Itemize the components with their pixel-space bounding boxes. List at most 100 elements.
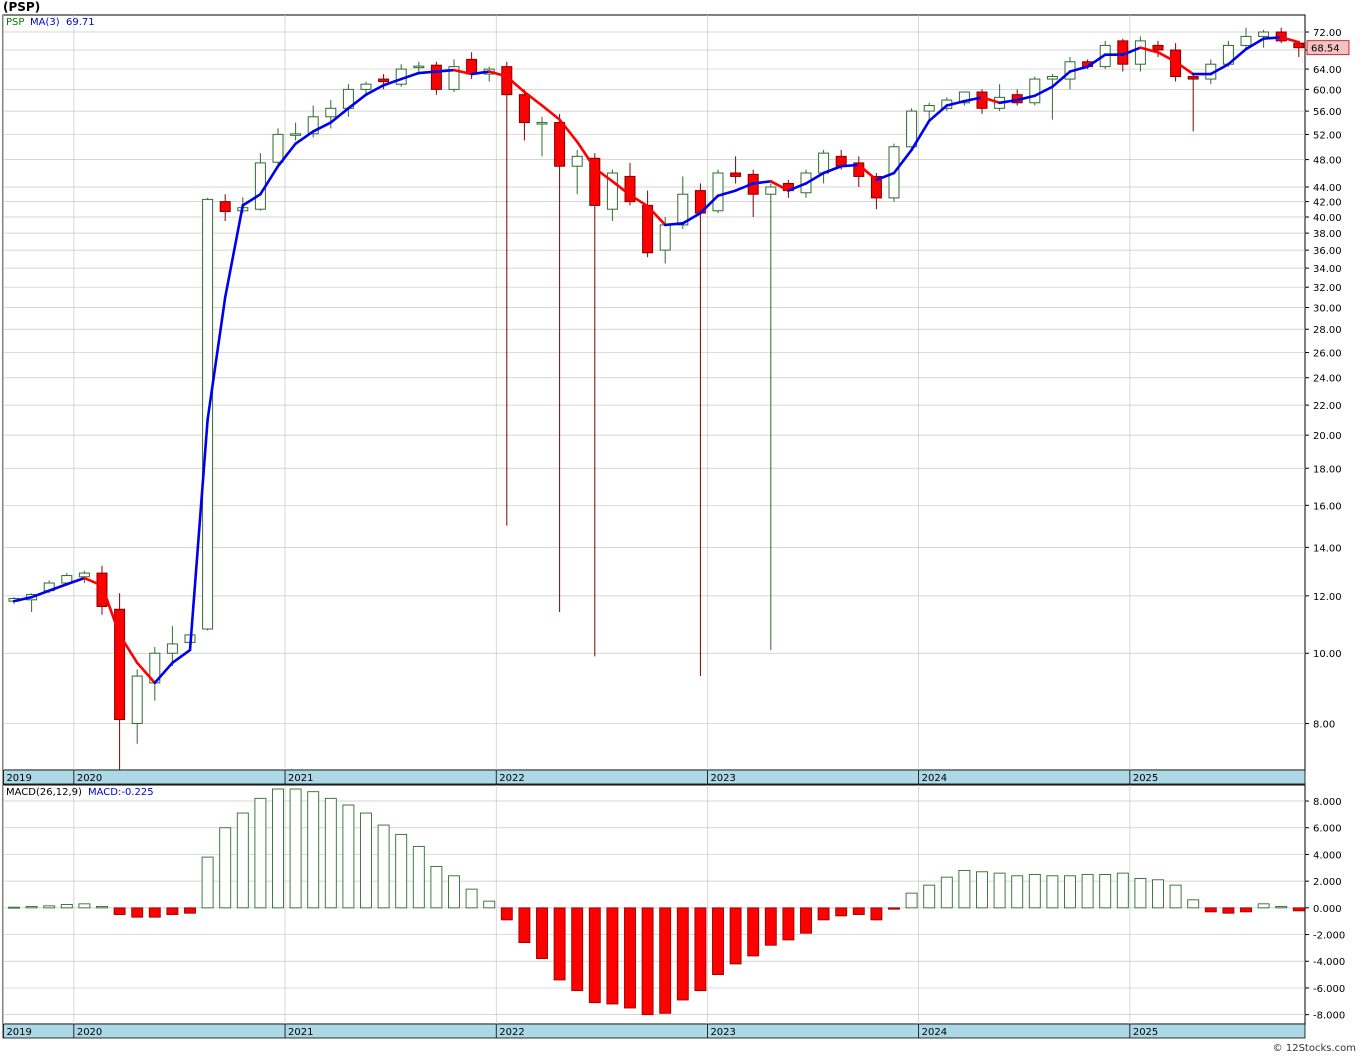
macd-bar bbox=[1081, 874, 1094, 909]
price-y-tick-label: 56.00 bbox=[1313, 107, 1342, 118]
candle-body bbox=[78, 572, 90, 578]
candle bbox=[1029, 76, 1041, 106]
price-x-axis-band bbox=[2, 769, 1306, 785]
price-y-tick-label: 32.00 bbox=[1313, 283, 1342, 294]
price-x-tick-label: 2024 bbox=[922, 773, 947, 784]
macd-bar bbox=[800, 907, 812, 934]
macd-bar bbox=[870, 907, 883, 921]
macd-legend-params: MACD(26,12,9) bbox=[6, 787, 82, 798]
candle-body bbox=[659, 224, 671, 251]
macd-bar bbox=[1222, 907, 1235, 914]
price-x-tick-label: 2025 bbox=[1133, 773, 1158, 784]
candle-body bbox=[906, 110, 918, 148]
candle-body bbox=[818, 152, 830, 174]
macd-bar bbox=[1011, 875, 1024, 909]
macd-bar bbox=[43, 905, 56, 909]
price-x-tick-label: 2021 bbox=[288, 773, 313, 784]
macd-bar bbox=[1152, 879, 1164, 909]
macd-bar bbox=[1292, 907, 1305, 912]
candle-body bbox=[219, 201, 231, 213]
macd-bar bbox=[96, 906, 108, 909]
price-y-tick-label: 26.00 bbox=[1313, 349, 1342, 360]
macd-bar bbox=[1116, 872, 1129, 909]
macd-y-tick-label: -8.000 bbox=[1313, 1011, 1345, 1022]
price-y-tick-label: 18.00 bbox=[1313, 464, 1342, 475]
macd-bar bbox=[852, 907, 865, 915]
macd-bar bbox=[448, 875, 460, 909]
credit-text: © 12Stocks.com bbox=[1272, 1043, 1356, 1054]
macd-bar bbox=[940, 876, 953, 909]
candle-body bbox=[325, 107, 337, 118]
price-y-tick-label: 60.00 bbox=[1313, 85, 1342, 96]
macd-y-tick-label: 4.000 bbox=[1313, 850, 1342, 861]
price-y-tick-label: 14.00 bbox=[1313, 543, 1342, 554]
price-y-tick-label: 10.00 bbox=[1313, 649, 1342, 660]
macd-bar bbox=[78, 903, 91, 909]
macd-x-tick-label: 2022 bbox=[499, 1027, 524, 1038]
macd-bar bbox=[1099, 874, 1112, 909]
macd-y-tick-label: 8.000 bbox=[1313, 797, 1342, 808]
macd-y-tick-label: -2.000 bbox=[1313, 931, 1345, 942]
macd-bar bbox=[1240, 907, 1252, 913]
macd-bar bbox=[747, 907, 760, 957]
candle-body bbox=[642, 204, 654, 254]
macd-bar bbox=[553, 907, 566, 981]
candle-body bbox=[1293, 42, 1305, 49]
candle-body bbox=[765, 186, 777, 195]
macd-bar bbox=[518, 907, 531, 944]
price-y-tick-label: 12.00 bbox=[1313, 592, 1342, 603]
price-y-tick-label: 20.00 bbox=[1313, 431, 1342, 442]
macd-bar bbox=[395, 833, 408, 909]
macd-x-tick-label: 2024 bbox=[922, 1027, 947, 1038]
macd-y-tick-label: 0.000 bbox=[1313, 904, 1342, 915]
price-x-tick-label: 2019 bbox=[6, 773, 31, 784]
macd-bar bbox=[888, 907, 900, 910]
candle-body bbox=[290, 133, 302, 136]
macd-bar bbox=[219, 827, 232, 909]
macd-bar bbox=[993, 872, 1006, 909]
price-panel bbox=[2, 14, 1306, 771]
candle-body bbox=[1152, 44, 1164, 51]
macd-bar bbox=[430, 865, 443, 909]
macd-bar bbox=[60, 904, 73, 909]
candle-body bbox=[923, 105, 935, 112]
macd-bar bbox=[659, 907, 672, 1014]
macd-bar bbox=[606, 907, 619, 1005]
candle-body bbox=[430, 64, 442, 90]
macd-bar bbox=[817, 907, 830, 921]
macd-y-tick-label: -4.000 bbox=[1313, 957, 1345, 968]
candle-body bbox=[1258, 31, 1270, 37]
last-price-label: 68.54 bbox=[1311, 44, 1340, 55]
macd-legend-value: MACD:-0.225 bbox=[88, 787, 154, 798]
candle-body bbox=[518, 94, 530, 124]
macd-bar bbox=[236, 812, 249, 909]
candle-body bbox=[360, 83, 372, 90]
price-y-tick-label: 42.00 bbox=[1313, 198, 1342, 209]
macd-bar bbox=[1204, 907, 1217, 913]
macd-bar bbox=[1257, 903, 1270, 909]
price-y-tick-label: 40.00 bbox=[1313, 213, 1342, 224]
price-legend-ma-value: 69.71 bbox=[66, 17, 95, 28]
macd-bar bbox=[764, 907, 777, 946]
macd-y-tick-label: 2.000 bbox=[1313, 877, 1342, 888]
macd-bar bbox=[1028, 874, 1041, 909]
macd-y-tick-label: -6.000 bbox=[1313, 984, 1345, 995]
price-legend-symbol: PSP bbox=[6, 17, 24, 28]
macd-bar bbox=[131, 907, 144, 918]
macd-bar bbox=[1134, 878, 1147, 909]
macd-bar bbox=[307, 791, 320, 909]
macd-bar bbox=[835, 907, 848, 917]
macd-bar bbox=[324, 797, 337, 909]
candle-body bbox=[589, 157, 601, 206]
price-y-tick-label: 44.00 bbox=[1313, 183, 1342, 194]
price-y-tick-label: 64.00 bbox=[1313, 65, 1342, 76]
macd-bar bbox=[1169, 884, 1182, 909]
macd-bar bbox=[641, 907, 654, 1016]
macd-bar bbox=[360, 812, 372, 909]
price-y-tick-label: 8.00 bbox=[1313, 719, 1335, 730]
macd-bar bbox=[8, 906, 20, 909]
price-legend-ma-label: MA(3) bbox=[30, 17, 60, 28]
candle-body bbox=[272, 133, 284, 163]
macd-bar bbox=[254, 797, 267, 909]
macd-bar bbox=[483, 900, 496, 909]
